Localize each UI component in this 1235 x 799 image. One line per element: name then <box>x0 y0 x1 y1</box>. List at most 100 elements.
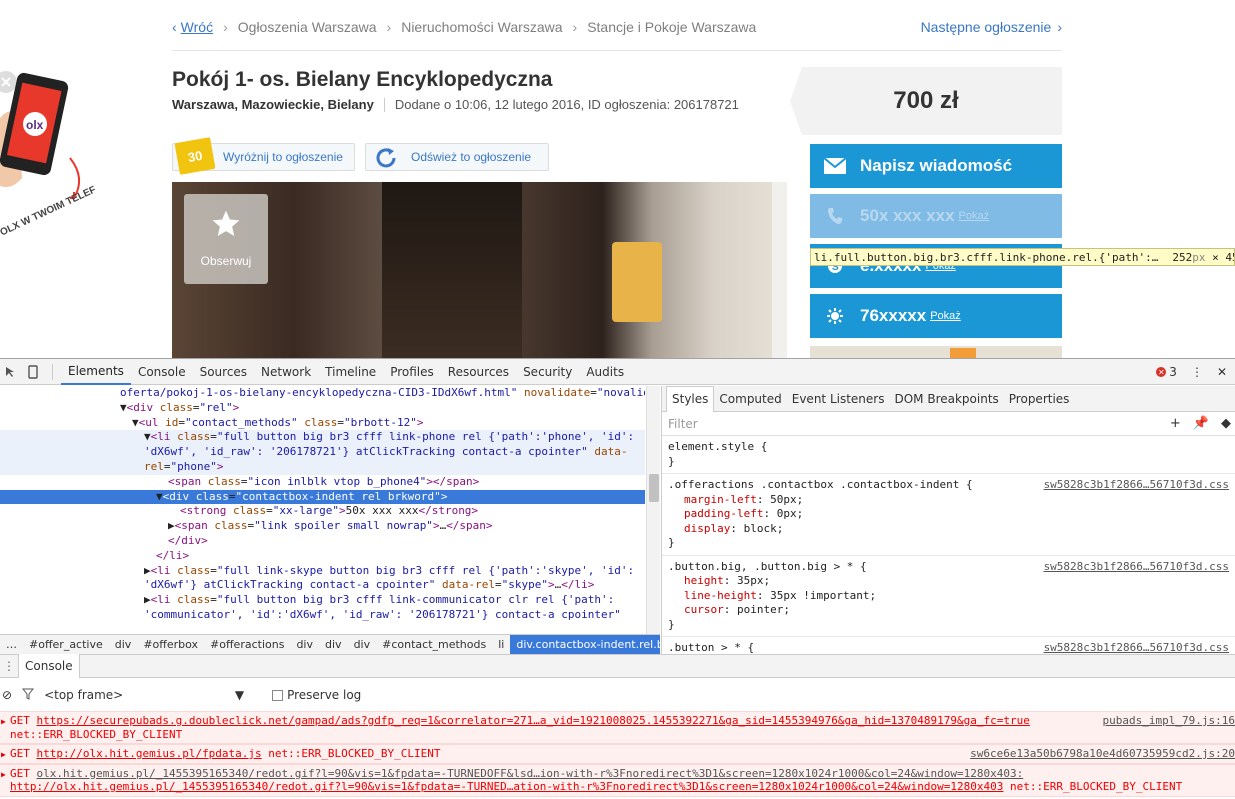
send-message-button[interactable]: Napisz wiadomość <box>810 144 1062 188</box>
console-error-message[interactable]: ▶ GET http://olx.hit.gemius.pl/fpdata.js … <box>0 744 1235 764</box>
device-mode-icon[interactable] <box>22 364 44 379</box>
close-drawer-icon[interactable]: ⋮ <box>0 659 18 673</box>
elements-scrollbar[interactable] <box>646 386 660 634</box>
back-link[interactable]: ‹ Wróć <box>172 19 213 35</box>
css-declaration[interactable]: line-height: 35px !important; <box>668 589 1229 604</box>
css-declaration[interactable]: padding-left: 0px; <box>668 507 1229 522</box>
inspect-cursor-icon[interactable] <box>0 366 22 378</box>
clear-console-icon[interactable]: ⊘ <box>2 688 12 702</box>
console-error-message[interactable]: ▶ GET https://securepubads.g.doubleclick.… <box>0 711 1235 744</box>
tab-event-listeners[interactable]: Event Listeners <box>787 386 890 412</box>
css-source-link[interactable]: sw5828c3b1f2866…56710f3d.css <box>1044 560 1229 575</box>
dom-breadcrumb-item[interactable]: #offer_active <box>23 638 109 651</box>
request-url-link[interactable]: http://olx.hit.gemius.pl/_1455395165340/… <box>10 780 1003 793</box>
dom-node-line[interactable]: ▶<li class="full button big br3 cfff lin… <box>0 593 645 608</box>
css-declaration[interactable]: cursor: pointer; <box>668 603 1229 618</box>
css-declaration[interactable]: height: 35px; <box>668 574 1229 589</box>
dom-breadcrumb-item[interactable]: #contact_methods <box>376 638 492 651</box>
dom-breadcrumb-item[interactable]: div <box>319 638 348 651</box>
refresh-ad-button[interactable]: Odśwież to ogłoszenie <box>365 143 549 171</box>
close-devtools-icon[interactable]: ✕ <box>1217 365 1227 379</box>
dom-node-line[interactable]: ▼<div class="contactbox-indent rel brkwo… <box>0 489 645 505</box>
dom-node-line[interactable]: <span class="icon inlblk vtop b_phone4">… <box>0 475 645 490</box>
css-rule[interactable]: .button.big, .button.big > * {sw5828c3b1… <box>662 556 1235 637</box>
dom-breadcrumb-item[interactable]: div <box>109 638 138 651</box>
dom-breadcrumb-item[interactable]: … <box>0 638 23 651</box>
dom-breadcrumb-item[interactable]: #offeractions <box>204 638 290 651</box>
dom-breadcrumb-item[interactable]: #offerbox <box>137 638 204 651</box>
tab-network[interactable]: Network <box>254 359 318 385</box>
next-ad-link[interactable]: Następne ogłoszenie › <box>921 19 1062 35</box>
pin-icon[interactable]: 📌 <box>1193 416 1209 431</box>
dom-breadcrumb-current[interactable]: div.contactbox-indent.rel.brkword <box>510 635 660 654</box>
styles-filter-input[interactable]: Filter + 📌 ◆ <box>662 412 1235 436</box>
location-map[interactable] <box>810 346 1062 358</box>
css-rule[interactable]: .button > * {sw5828c3b1f2866…56710f3d.cs… <box>662 637 1235 654</box>
dom-node-line[interactable]: 'dX6wf'} atClickTracking contact-a cpoin… <box>0 578 645 593</box>
tab-dom-breakpoints[interactable]: DOM Breakpoints <box>889 386 1003 412</box>
more-menu-icon[interactable]: ⋮ <box>1191 365 1203 379</box>
error-count-badge[interactable]: ✕ 3 <box>1156 365 1177 379</box>
dom-node-line[interactable]: rel="phone"> <box>0 459 645 475</box>
request-url-link[interactable]: http://olx.hit.gemius.pl/fpdata.js <box>37 747 262 760</box>
tab-console[interactable]: Console <box>131 359 193 385</box>
tab-timeline[interactable]: Timeline <box>318 359 383 385</box>
console-toolbar: ⊘ <top frame> ▼ Preserve log <box>0 683 1235 707</box>
dom-node-line[interactable]: ▼<ul id="contact_methods" class="brbott-… <box>0 416 645 431</box>
dom-node-line[interactable]: ▶<span class="link spoiler small nowrap"… <box>0 519 645 534</box>
dom-node-line[interactable]: ▼<div class="rel"> <box>0 401 645 416</box>
tab-properties[interactable]: Properties <box>1004 386 1075 412</box>
tab-profiles[interactable]: Profiles <box>383 359 441 385</box>
css-source-link[interactable]: sw5828c3b1f2866…56710f3d.css <box>1044 641 1229 654</box>
tab-computed[interactable]: Computed <box>714 386 786 412</box>
frame-select[interactable]: <top frame> ▼ <box>44 688 244 702</box>
dom-node-line[interactable]: ▼<li class="full button big br3 cfff lin… <box>0 430 645 446</box>
gg-contact-button[interactable]: 76xxxxx Pokaż <box>810 294 1062 338</box>
console-source-link[interactable]: sw6ce6e13a50b6798a10e4d60735959cd2.js:20 <box>970 747 1235 761</box>
dom-node-line[interactable]: </li> <box>0 549 645 564</box>
expand-arrow-icon[interactable]: ▶ <box>1 768 6 782</box>
dom-node-line[interactable]: 'communicator', 'id':'dX6wf', 'id_raw': … <box>0 608 645 623</box>
dom-node-line[interactable]: <strong class="xx-large">50x xxx xxx</st… <box>0 504 645 519</box>
request-url-link[interactable]: https://securepubads.g.doubleclick.net/g… <box>37 714 1030 727</box>
dom-breadcrumb-item[interactable]: li <box>492 638 510 651</box>
observe-button[interactable]: Obserwuj <box>184 194 268 284</box>
expand-arrow-icon[interactable]: ▶ <box>1 748 6 762</box>
css-rule[interactable]: element.style {} <box>662 436 1235 474</box>
toggle-state-icon[interactable]: ◆ <box>1221 416 1231 431</box>
filter-icon[interactable] <box>22 688 35 703</box>
breadcrumb-item[interactable]: Ogłoszenia Warszawa <box>238 19 377 35</box>
css-source-link[interactable]: sw5828c3b1f2866…56710f3d.css <box>1044 478 1229 493</box>
dom-breadcrumb-item[interactable]: div <box>348 638 377 651</box>
show-gg-link[interactable]: Pokaż <box>930 310 961 322</box>
tab-styles[interactable]: Styles <box>666 386 715 412</box>
css-declaration[interactable]: display: block; <box>668 522 1229 537</box>
add-rule-icon[interactable]: + <box>1170 416 1181 431</box>
breadcrumb-item[interactable]: Stancje i Pokoje Warszawa <box>587 19 756 35</box>
tab-security[interactable]: Security <box>516 359 579 385</box>
expand-arrow-icon[interactable]: ▶ <box>1 715 6 729</box>
css-rule[interactable]: .offeractions .contactbox .contactbox-in… <box>662 474 1235 556</box>
ad-location[interactable]: Warszawa, Mazowieckie, Bielany <box>172 97 374 112</box>
preserve-log-checkbox[interactable]: Preserve log <box>272 688 361 702</box>
tab-resources[interactable]: Resources <box>441 359 516 385</box>
dom-node-line[interactable]: 'dX6wf', 'id_raw': '206178721'} atClickT… <box>0 445 645 460</box>
console-error-message[interactable]: ▶ GET olx.hit.gemius.pl/_1455395165340/re… <box>0 763 1235 797</box>
olx-app-ad[interactable]: olx OLX W TWOIM TELEFONIE <box>0 68 95 243</box>
tab-elements[interactable]: Elements <box>61 359 131 385</box>
tab-console-drawer[interactable]: Console <box>18 654 80 678</box>
dropdown-arrow-icon: ▼ <box>234 688 245 702</box>
dom-node-line[interactable]: oferta/pokoj-1-os-bielany-encyklopedyczn… <box>0 386 645 401</box>
css-declaration[interactable]: margin-left: 50px; <box>668 493 1229 508</box>
console-source-link[interactable]: pubads_impl_79.js:16 <box>1103 714 1235 728</box>
phone-contact-button[interactable]: 50x xxx xxx Pokaż <box>810 194 1062 238</box>
feature-ad-button[interactable]: 30 Wyróżnij to ogłoszenie <box>172 137 355 175</box>
dom-node-line[interactable]: </div> <box>0 534 645 549</box>
show-phone-link[interactable]: Pokaż <box>959 210 990 222</box>
breadcrumb-item[interactable]: Nieruchomości Warszawa <box>401 19 562 35</box>
tab-sources[interactable]: Sources <box>193 359 254 385</box>
source-link[interactable]: olx.hit.gemius.pl/_1455395165340/redot.g… <box>37 767 1024 780</box>
tab-audits[interactable]: Audits <box>579 359 631 385</box>
dom-node-line[interactable]: ▶<li class="full link-skype button big b… <box>0 564 645 579</box>
dom-breadcrumb-item[interactable]: div <box>290 638 319 651</box>
